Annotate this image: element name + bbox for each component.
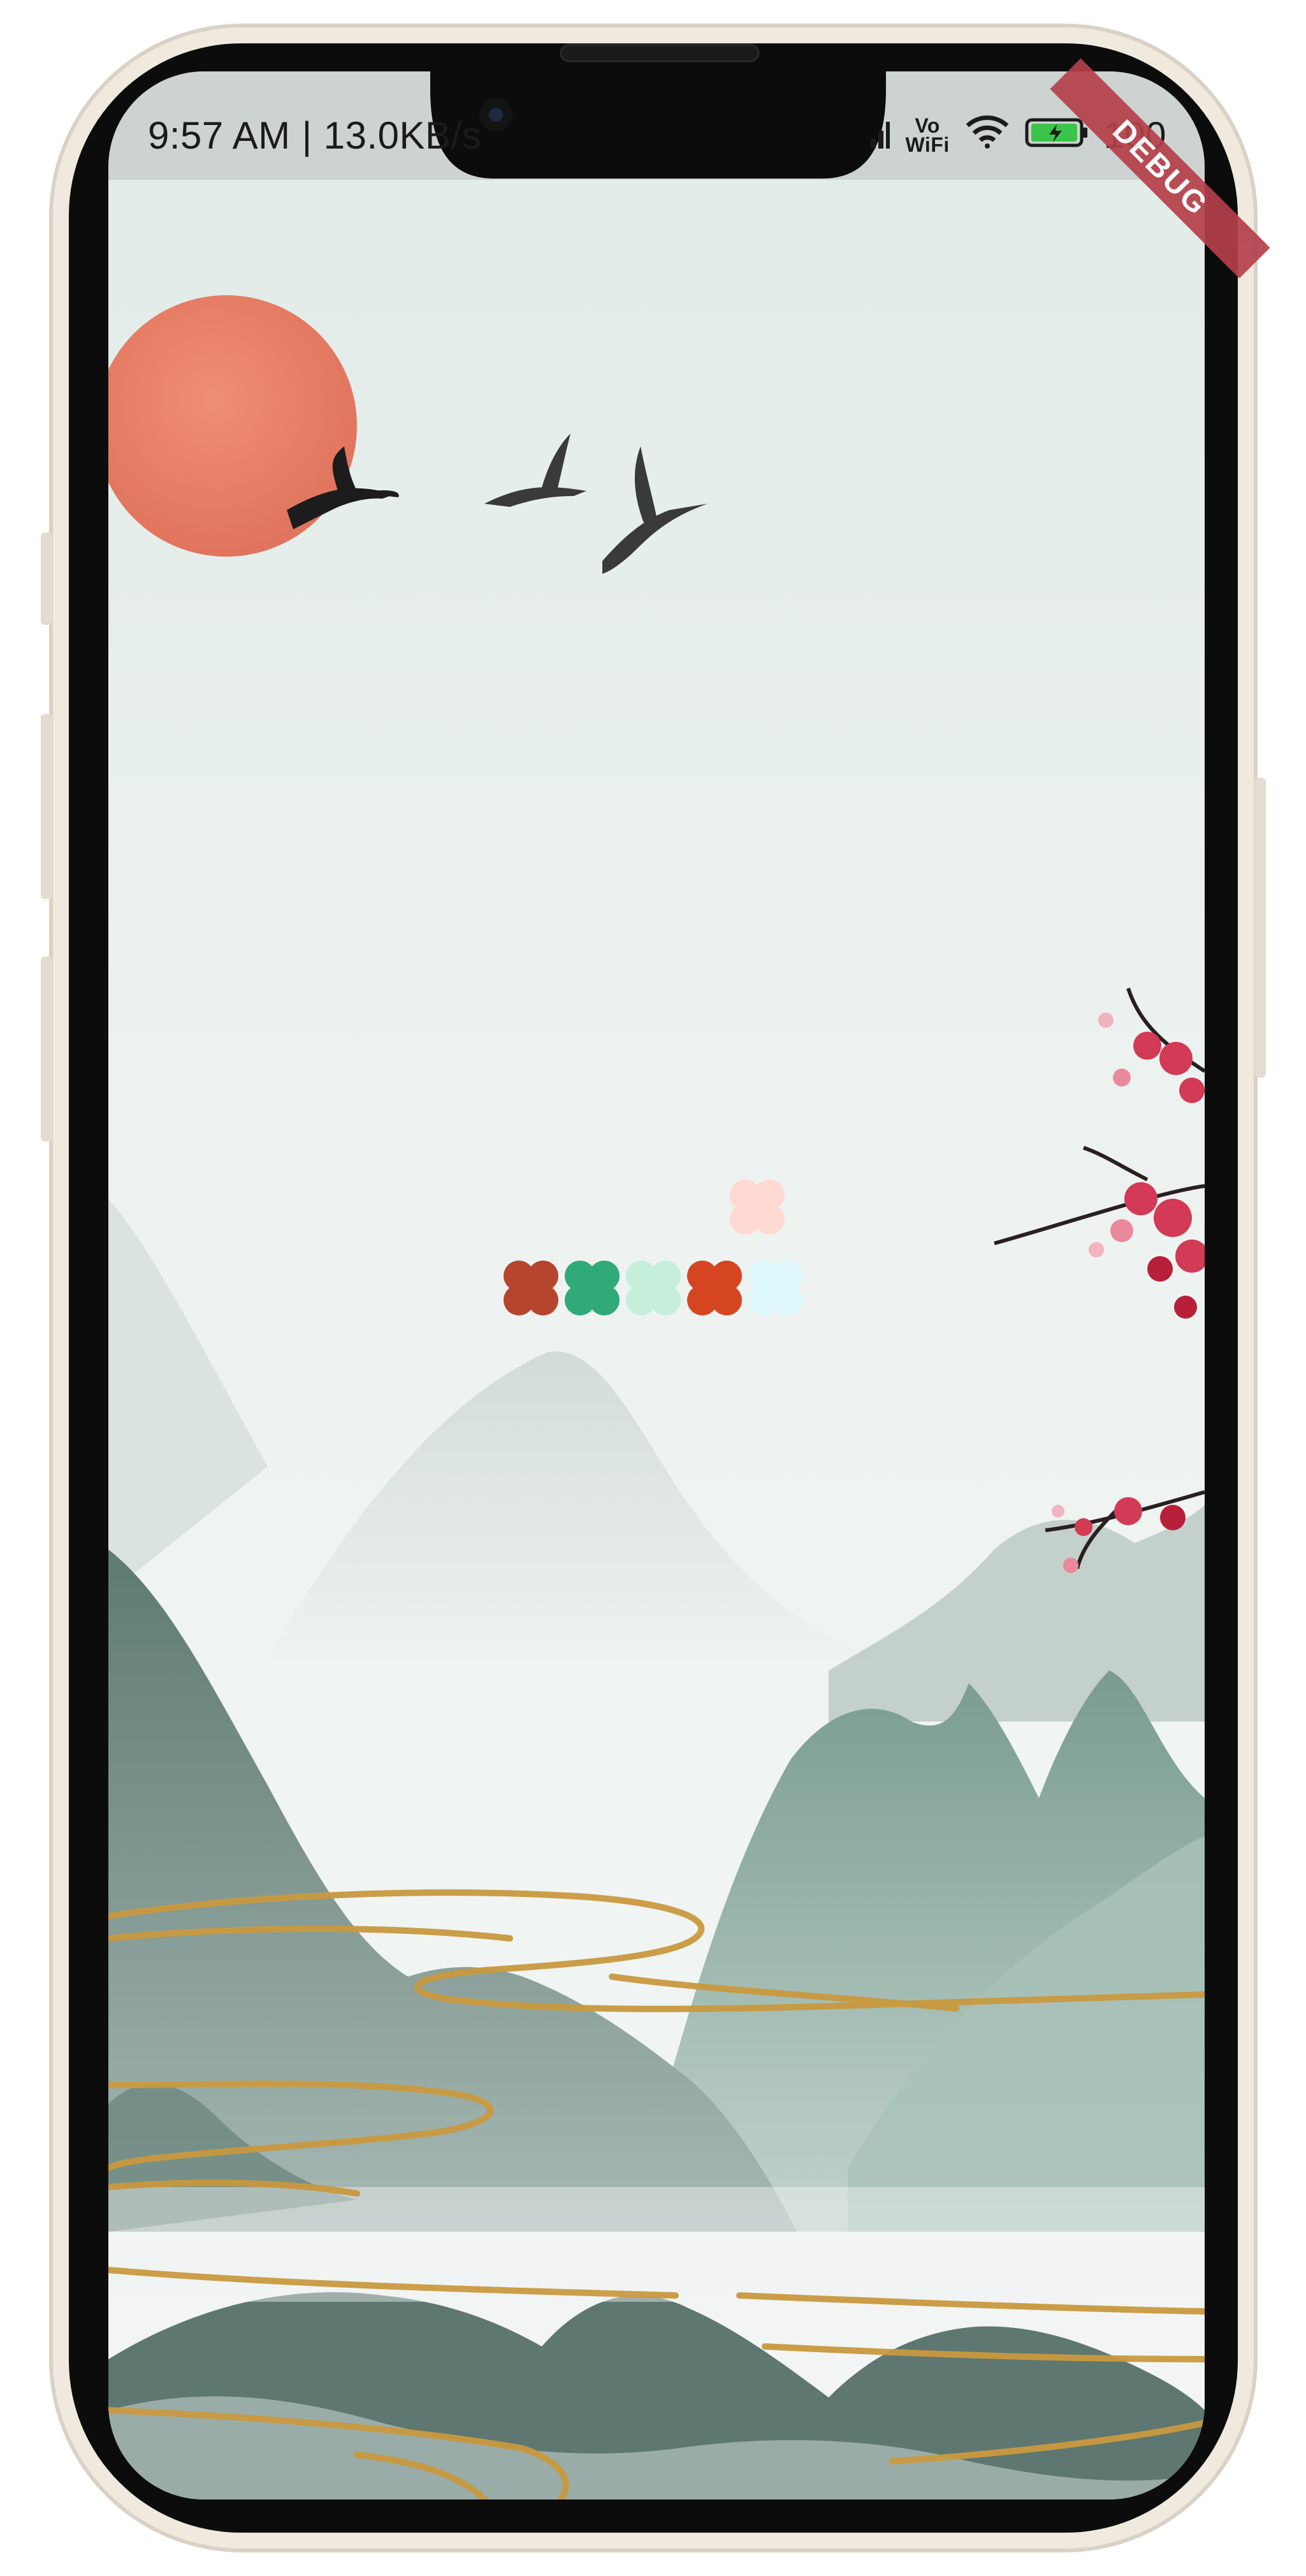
network-speed: 13.0KB/s: [323, 113, 482, 157]
device-screen: 9:57 AM | 13.0KB/s Vo WiFi 100 DEBUG: [0, 0, 1306, 2576]
status-separator: |: [301, 113, 312, 157]
phone-frame: [41, 24, 1266, 2552]
vowifi-indicator: Vo WiFi: [905, 115, 950, 156]
status-time: 9:57 AM: [148, 113, 291, 157]
status-bar: 9:57 AM | 13.0KB/s Vo WiFi 100: [108, 71, 1205, 199]
vowifi-line2: WiFi: [905, 133, 950, 156]
signal-icon: [871, 113, 890, 157]
wifi-icon: [965, 113, 1010, 157]
status-left: 9:57 AM | 13.0KB/s: [148, 113, 481, 157]
battery-icon: [1025, 113, 1089, 157]
sun-icon: [108, 295, 357, 557]
